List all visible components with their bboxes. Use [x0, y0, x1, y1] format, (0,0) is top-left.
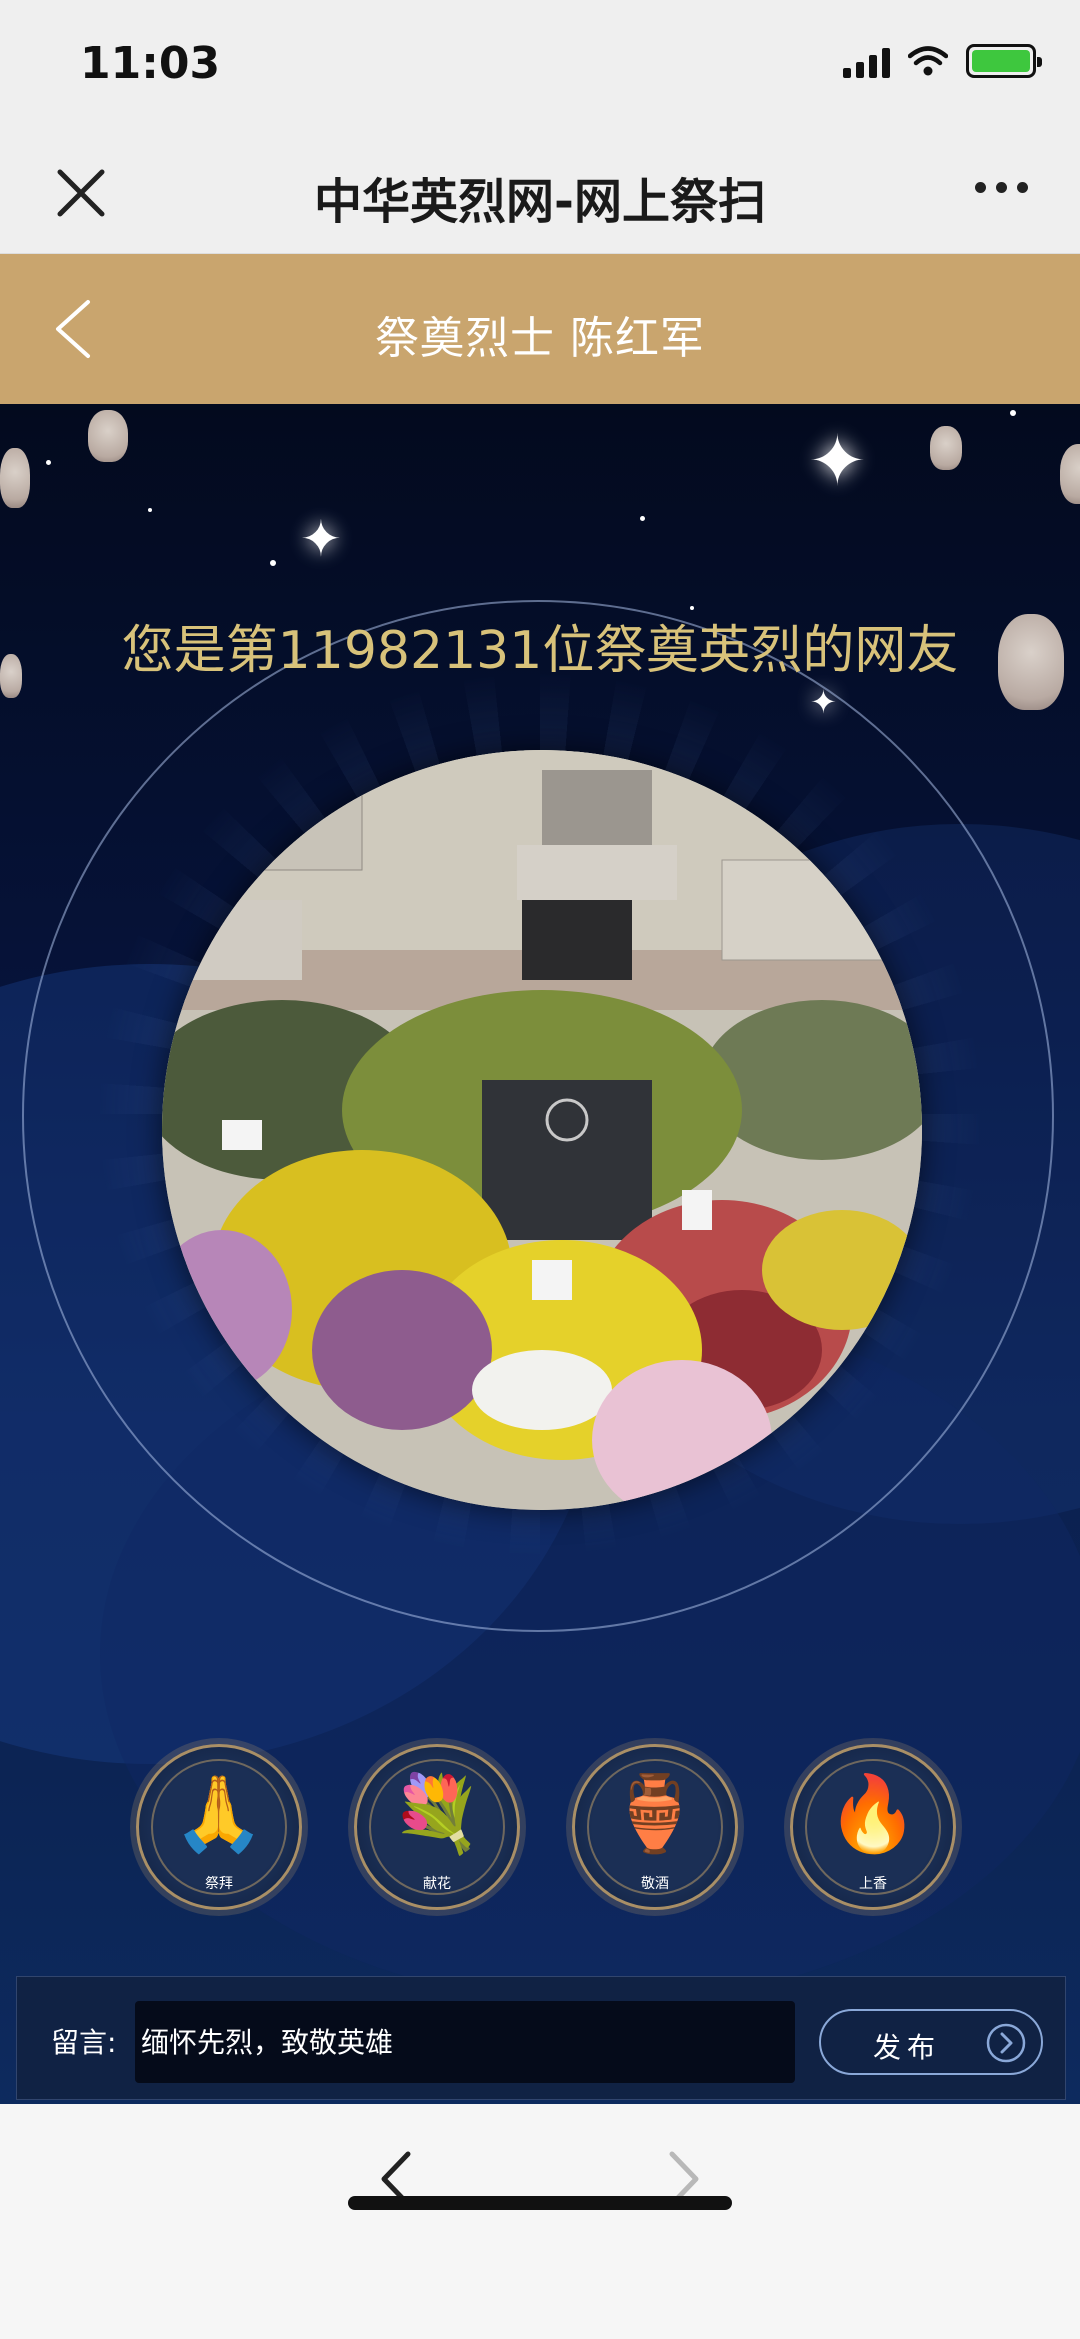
status-bar: 11:03 — [0, 0, 1080, 132]
wifi-icon — [908, 46, 948, 76]
sky-lantern — [930, 426, 962, 470]
star — [1010, 410, 1016, 416]
action-label: 敬酒 — [641, 1876, 669, 1892]
star — [148, 508, 152, 512]
status-time: 11:03 — [80, 38, 221, 89]
browser-toolbar — [0, 2104, 1080, 2339]
memorial-photo — [162, 750, 922, 1510]
offer-incense-button[interactable]: 🔥 上香 — [790, 1744, 956, 1910]
circle-chevron-right-icon — [986, 2023, 1026, 2063]
publish-label: 发布 — [873, 2031, 942, 2064]
sky-lantern — [88, 410, 128, 462]
battery-icon — [966, 44, 1042, 78]
sky-lantern — [0, 448, 30, 508]
wine-jar-icon: 🏺 — [608, 1771, 702, 1857]
action-label: 献花 — [423, 1876, 451, 1892]
flower-bouquet-icon: 💐 — [390, 1771, 484, 1857]
worship-button[interactable]: 🙏 祭拜 — [136, 1744, 302, 1910]
message-input[interactable] — [135, 2001, 795, 2083]
incense-burner-icon: 🔥 — [826, 1771, 920, 1857]
memorial-scene: ✦ ✦ ✦ 您是第11982131位祭奠英烈的网友 🙏 祭拜 💐 献花 🏺 敬酒… — [0, 404, 1080, 2104]
star — [640, 516, 645, 521]
sparkle: ✦ — [808, 420, 867, 502]
page-header: 祭奠烈士 陈红军 — [0, 254, 1080, 404]
web-nav-bar: 中华英烈网-网上祭扫 — [0, 132, 1080, 254]
visitor-count-text: 您是第11982131位祭奠英烈的网友 — [121, 621, 959, 681]
home-indicator — [348, 2196, 732, 2210]
star — [270, 560, 276, 566]
offering-actions: 🙏 祭拜 💐 献花 🏺 敬酒 🔥 上香 — [136, 1744, 956, 1910]
publish-button[interactable]: 发布 — [819, 2009, 1043, 2075]
message-bar: 留言: 发布 — [16, 1976, 1066, 2100]
offer-flowers-button[interactable]: 💐 献花 — [354, 1744, 520, 1910]
sky-lantern — [1060, 444, 1080, 504]
sparkle: ✦ — [300, 510, 342, 568]
message-label: 留言: — [51, 2026, 117, 2059]
star — [46, 460, 51, 465]
offer-wine-button[interactable]: 🏺 敬酒 — [572, 1744, 738, 1910]
action-label: 上香 — [859, 1876, 887, 1892]
status-icons — [843, 44, 1042, 78]
signal-icon — [843, 44, 890, 78]
more-icon[interactable] — [975, 182, 1028, 193]
web-title: 中华英烈网-网上祭扫 — [314, 174, 766, 230]
worship-icon: 🙏 — [172, 1771, 266, 1857]
action-label: 祭拜 — [205, 1876, 233, 1892]
page-title: 祭奠烈士 陈红军 — [375, 313, 705, 364]
